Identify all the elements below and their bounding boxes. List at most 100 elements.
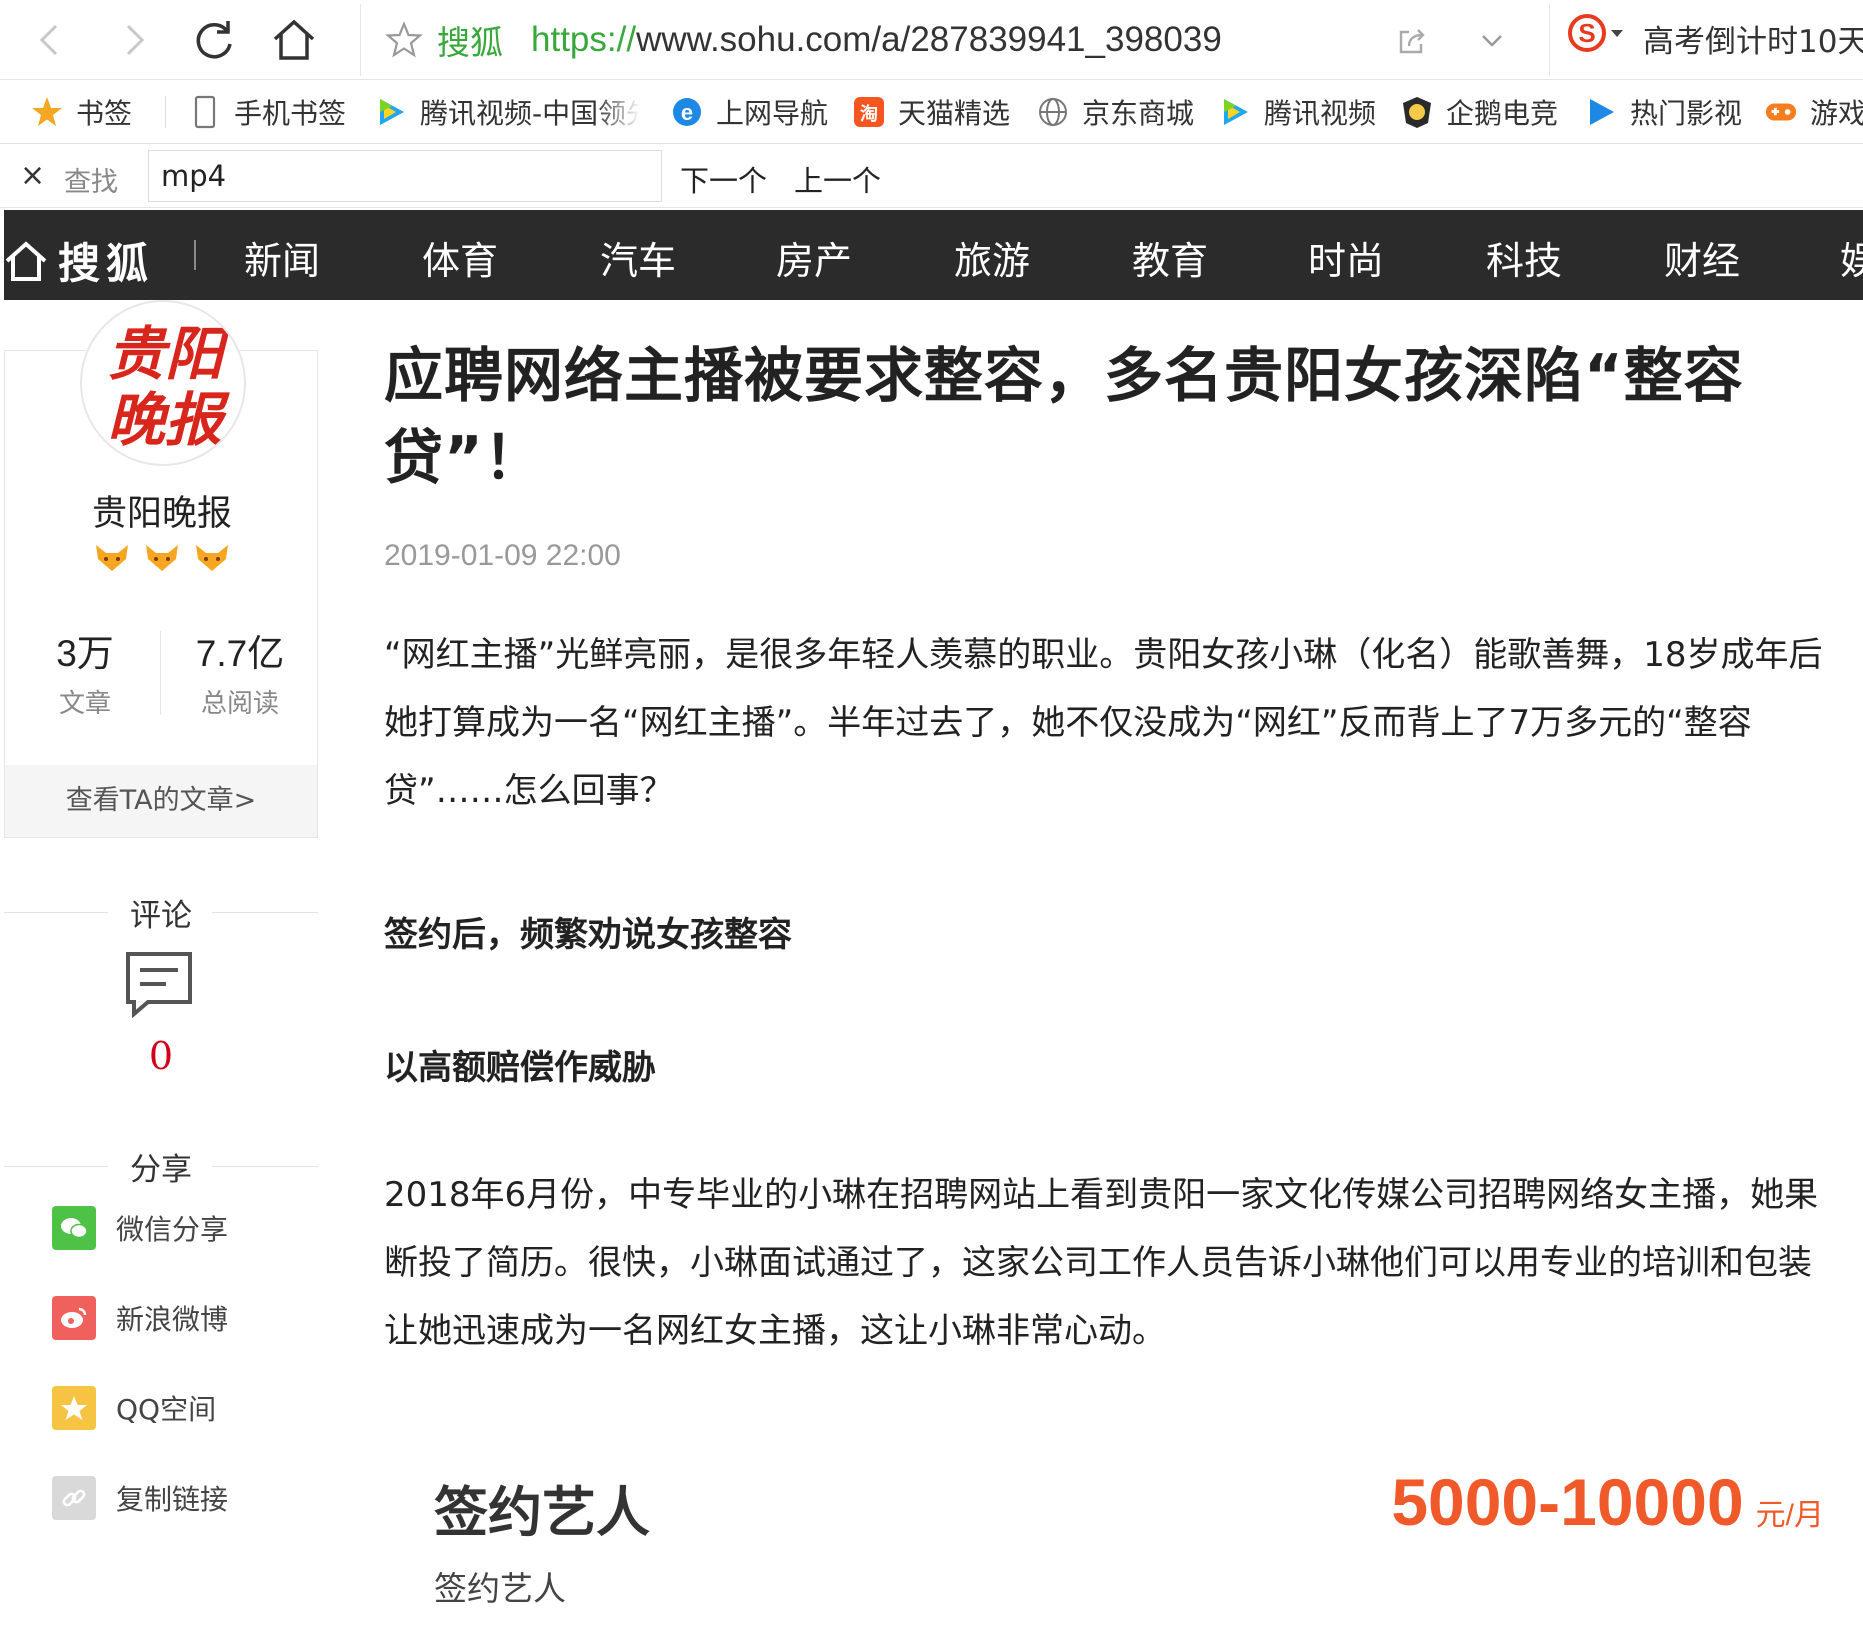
reads-label: 总阅读 — [200, 689, 279, 719]
tencent-video-icon — [374, 95, 408, 129]
nav-item-news[interactable]: 新闻 — [244, 230, 320, 285]
bookmarks-bar: 书签 手机书签 腾讯视频-中国领先 e 上网导航 淘 天猫精选 京东商城 腾讯视… — [0, 80, 1863, 144]
phone-icon — [188, 95, 222, 129]
bookmark-item-hot-movies[interactable]: 热门影视 — [1584, 80, 1743, 143]
bookmark-label: 热门影视 — [1630, 97, 1743, 130]
penguin-esports-icon — [1400, 95, 1434, 129]
article-subheading: 签约后，频繁劝说女孩整容 — [384, 915, 792, 955]
nav-item-auto[interactable]: 汽车 — [600, 230, 676, 285]
nav-item-tech[interactable]: 科技 — [1486, 230, 1562, 285]
bookmark-label: 上网导航 — [716, 97, 829, 130]
comments-heading: 评论 — [4, 890, 318, 934]
home-icon — [273, 19, 315, 60]
job-salary: 5000-10000 元/月 — [1391, 1464, 1824, 1540]
share-label: 新浪微博 — [116, 1303, 229, 1336]
nav-item-education[interactable]: 教育 — [1132, 230, 1208, 285]
article: 应聘网络主播被要求整容，多名贵阳女孩深陷“整容贷”！ 2019-01-09 22… — [384, 335, 1824, 1365]
share-weibo[interactable]: 新浪微博 — [52, 1296, 228, 1340]
bookmark-item-nav[interactable]: e 上网导航 — [670, 80, 829, 143]
svg-text:e: e — [681, 100, 693, 125]
chevron-down-icon[interactable] — [1477, 26, 1507, 56]
bookmark-label: 京东商城 — [1082, 97, 1195, 130]
share-qzone[interactable]: QQ空间 — [52, 1386, 216, 1430]
job-salary-amount: 5000-10000 — [1391, 1465, 1744, 1539]
ie-icon: e — [670, 95, 704, 129]
bookmark-item-tmall[interactable]: 淘 天猫精选 — [852, 80, 1011, 143]
author-avatar[interactable]: 贵阳 晚报 — [80, 300, 246, 466]
weibo-icon — [52, 1296, 96, 1340]
chevron-right-icon — [126, 24, 145, 56]
play-icon — [1584, 95, 1618, 129]
search-suggestion[interactable]: 高考倒计时10天 — [1643, 16, 1863, 61]
article-date: 2019-01-09 22:00 — [384, 539, 621, 572]
stat-divider — [160, 631, 161, 715]
fox-badge-icon — [196, 545, 228, 571]
sohu-logo[interactable]: 搜狐 — [4, 230, 154, 291]
bookmark-item-jd[interactable]: 京东商城 — [1036, 80, 1195, 143]
stat-articles: 3万 文章 — [10, 623, 160, 720]
bookmark-star-icon[interactable] — [385, 21, 423, 59]
url-text[interactable]: https://www.sohu.com/a/287839941_398039 — [531, 20, 1222, 60]
job-salary-unit: 元/月 — [1755, 1499, 1824, 1532]
bookmark-item-bookmarks[interactable]: 书签 — [30, 80, 132, 143]
bookmark-item-games[interactable]: 游戏 — [1764, 80, 1863, 143]
search-engine-selector[interactable]: S — [1566, 12, 1626, 54]
nav-item-entertainment[interactable]: 娱 — [1840, 230, 1863, 285]
comment-count: 0 — [148, 1034, 174, 1078]
find-prev-button[interactable]: 上一个 — [794, 158, 881, 200]
find-label: 查找 — [64, 167, 118, 198]
bookmark-item-tencent-video-china[interactable]: 腾讯视频-中国领先 — [374, 80, 640, 143]
guiyang-evening-news-logo: 贵阳 晚报 — [107, 320, 231, 454]
nav-item-sports[interactable]: 体育 — [422, 230, 498, 285]
browser-toolbar: 搜狐 https://www.sohu.com/a/287839941_3980… — [0, 0, 1863, 80]
share-wechat[interactable]: 微信分享 — [52, 1206, 228, 1250]
job-subtitle: 签约艺人 — [434, 1569, 566, 1608]
bookmark-label: 游戏 — [1810, 97, 1863, 130]
bookmark-label: 企鹅电竞 — [1446, 97, 1559, 130]
share-label: QQ空间 — [116, 1393, 217, 1426]
bookmark-item-penguin-esports[interactable]: 企鹅电竞 — [1400, 80, 1559, 143]
view-articles-link[interactable]: 查看TA的文章> — [5, 765, 317, 837]
reload-icon — [196, 21, 232, 59]
back-button[interactable] — [20, 10, 80, 70]
articles-count: 3万 — [56, 633, 114, 674]
comment-icon[interactable] — [124, 950, 194, 1018]
link-icon — [52, 1476, 96, 1520]
bookmark-item-tencent-video[interactable]: 腾讯视频 — [1218, 80, 1376, 143]
article-subheading: 以高额赔偿作威胁 — [384, 1048, 656, 1088]
nav-item-fashion[interactable]: 时尚 — [1308, 230, 1384, 285]
forward-button[interactable] — [104, 10, 164, 70]
home-button[interactable] — [264, 10, 324, 70]
stat-reads: 7.7亿 总阅读 — [165, 623, 315, 720]
chevron-left-icon — [39, 24, 58, 56]
nav-item-travel[interactable]: 旅游 — [954, 230, 1030, 285]
article-paragraph: 2018年6月份，中专毕业的小琳在招聘网站上看到贵阳一家文化传媒公司招聘网络女主… — [384, 1175, 1819, 1351]
qzone-star-icon — [52, 1386, 96, 1430]
svg-text:S: S — [1578, 18, 1595, 48]
share-label: 复制链接 — [116, 1483, 229, 1516]
bookmark-label: 腾讯视频-中国领先 — [420, 97, 640, 130]
share-copy-link[interactable]: 复制链接 — [52, 1476, 228, 1520]
nav-divider — [194, 240, 196, 270]
nav-item-house[interactable]: 房产 — [776, 230, 852, 285]
reload-button[interactable] — [184, 10, 244, 70]
find-close-button[interactable]: × — [20, 160, 45, 192]
address-bar[interactable]: 搜狐 https://www.sohu.com/a/287839941_3980… — [360, 4, 1550, 76]
wechat-icon — [52, 1206, 96, 1250]
find-next-button[interactable]: 下一个 — [680, 158, 767, 200]
find-input[interactable] — [148, 150, 662, 202]
url-path: www.sohu.com/a/287839941_398039 — [636, 20, 1222, 59]
nav-item-finance[interactable]: 财经 — [1664, 230, 1740, 285]
find-bar: × 查找 下一个 上一个 — [0, 144, 1863, 208]
logo-text-line1: 贵阳 — [107, 320, 231, 388]
author-name[interactable]: 贵阳晚报 — [5, 485, 319, 536]
bookmark-item-mobile[interactable]: 手机书签 — [188, 80, 346, 143]
home-icon — [5, 240, 47, 281]
svg-text:淘: 淘 — [860, 103, 878, 125]
comments-title: 评论 — [130, 898, 192, 934]
job-title: 签约艺人 — [434, 1481, 650, 1544]
share-page-icon[interactable] — [1395, 24, 1429, 58]
logo-text-line2: 晚报 — [107, 386, 230, 454]
reads-count: 7.7亿 — [195, 633, 285, 674]
bookmark-label: 天猫精选 — [898, 97, 1011, 130]
